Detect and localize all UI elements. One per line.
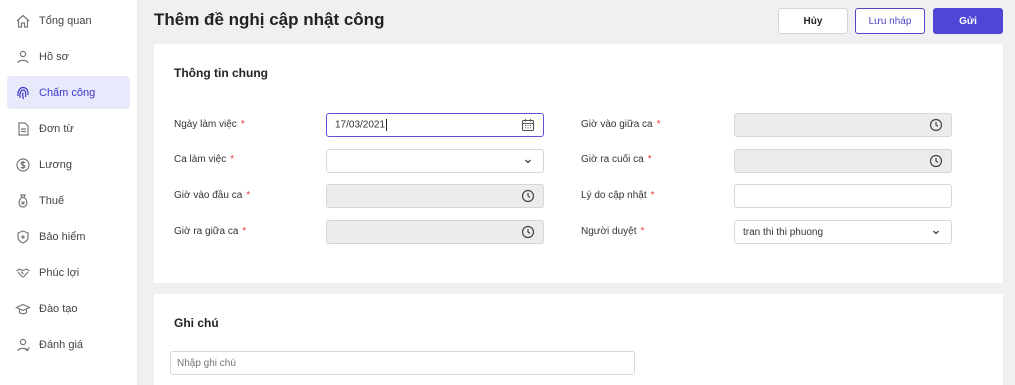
shift-select[interactable] (326, 149, 544, 173)
general-info-title: Thông tin chung (174, 66, 268, 80)
work-date-label: Ngày làm việc * (174, 119, 245, 130)
sidebar-item-label: Đánh giá (39, 338, 84, 351)
sidebar-item-label: Phúc lợi (39, 266, 80, 279)
save-draft-button[interactable]: Lưu nháp (855, 8, 925, 34)
document-icon (7, 121, 39, 137)
sidebar: Tổng quan Hồ sơ Chấm công Đơn từ Lương T… (0, 0, 138, 385)
chevron-down-icon (929, 225, 943, 239)
shift-label: Ca làm việc * (174, 154, 235, 165)
notes-title: Ghi chú (174, 316, 219, 330)
sidebar-item-requests[interactable]: Đơn từ (7, 112, 130, 145)
fingerprint-icon (7, 85, 39, 101)
send-button[interactable]: Gửi (933, 8, 1003, 34)
sidebar-item-overview[interactable]: Tổng quan (7, 4, 130, 37)
sidebar-item-label: Tổng quan (39, 14, 92, 27)
chevron-down-icon (521, 154, 535, 168)
clock-icon (521, 189, 535, 203)
work-date-value: 17/03/2021 (335, 119, 386, 131)
shield-icon (7, 229, 39, 245)
sidebar-item-training[interactable]: Đào tạo (7, 292, 130, 325)
shift-end-out-field[interactable] (734, 149, 952, 173)
sidebar-item-profile[interactable]: Hồ sơ (7, 40, 130, 73)
sidebar-item-label: Đơn từ (39, 122, 74, 135)
page-title: Thêm đề nghị cập nhật công (154, 10, 385, 29)
update-reason-label: Lý do cập nhật * (581, 190, 655, 201)
cancel-button[interactable]: Hủy (778, 8, 848, 34)
sidebar-item-label: Đào tạo (39, 302, 78, 315)
sidebar-item-label: Bảo hiểm (39, 230, 86, 243)
shift-start-in-field[interactable] (326, 184, 544, 208)
clock-icon (929, 118, 943, 132)
sidebar-item-tax[interactable]: Thuế (7, 184, 130, 217)
work-date-field[interactable]: 17/03/2021 (326, 113, 544, 137)
dollar-icon (7, 157, 39, 173)
sidebar-item-attendance[interactable]: Chấm công (7, 76, 130, 109)
sidebar-item-benefits[interactable]: Phúc lợi (7, 256, 130, 289)
approver-select[interactable]: tran thi thi phuong (734, 220, 952, 244)
sidebar-item-label: Thuế (39, 194, 65, 207)
calendar-icon[interactable] (521, 118, 535, 132)
update-reason-input[interactable] (734, 184, 952, 208)
sidebar-item-label: Hồ sơ (39, 50, 69, 63)
approver-value: tran thi thi phuong (743, 226, 824, 238)
notes-input[interactable] (170, 351, 635, 375)
sidebar-item-evaluation[interactable]: Đánh giá (7, 328, 130, 361)
mid-shift-out-field[interactable] (326, 220, 544, 244)
approver-label: Người duyệt * (581, 226, 645, 237)
sidebar-item-label: Lương (39, 158, 72, 171)
mid-shift-in-field[interactable] (734, 113, 952, 137)
user-icon (7, 49, 39, 65)
clock-icon (929, 154, 943, 168)
graduation-cap-icon (7, 301, 39, 317)
mid-shift-in-label: Giờ vào giữa ca * (581, 119, 661, 130)
sidebar-item-salary[interactable]: Lương (7, 148, 130, 181)
tax-bag-icon (7, 193, 39, 209)
clock-icon (521, 225, 535, 239)
user-review-icon (7, 337, 39, 353)
shift-end-out-label: Giờ ra cuối ca * (581, 154, 652, 165)
mid-shift-out-label: Giờ ra giữa ca * (174, 226, 247, 237)
handshake-icon (7, 265, 39, 281)
sidebar-item-insurance[interactable]: Bảo hiểm (7, 220, 130, 253)
sidebar-item-label: Chấm công (39, 86, 96, 99)
home-icon (7, 13, 39, 29)
shift-start-in-label: Giờ vào đầu ca * (174, 190, 251, 201)
